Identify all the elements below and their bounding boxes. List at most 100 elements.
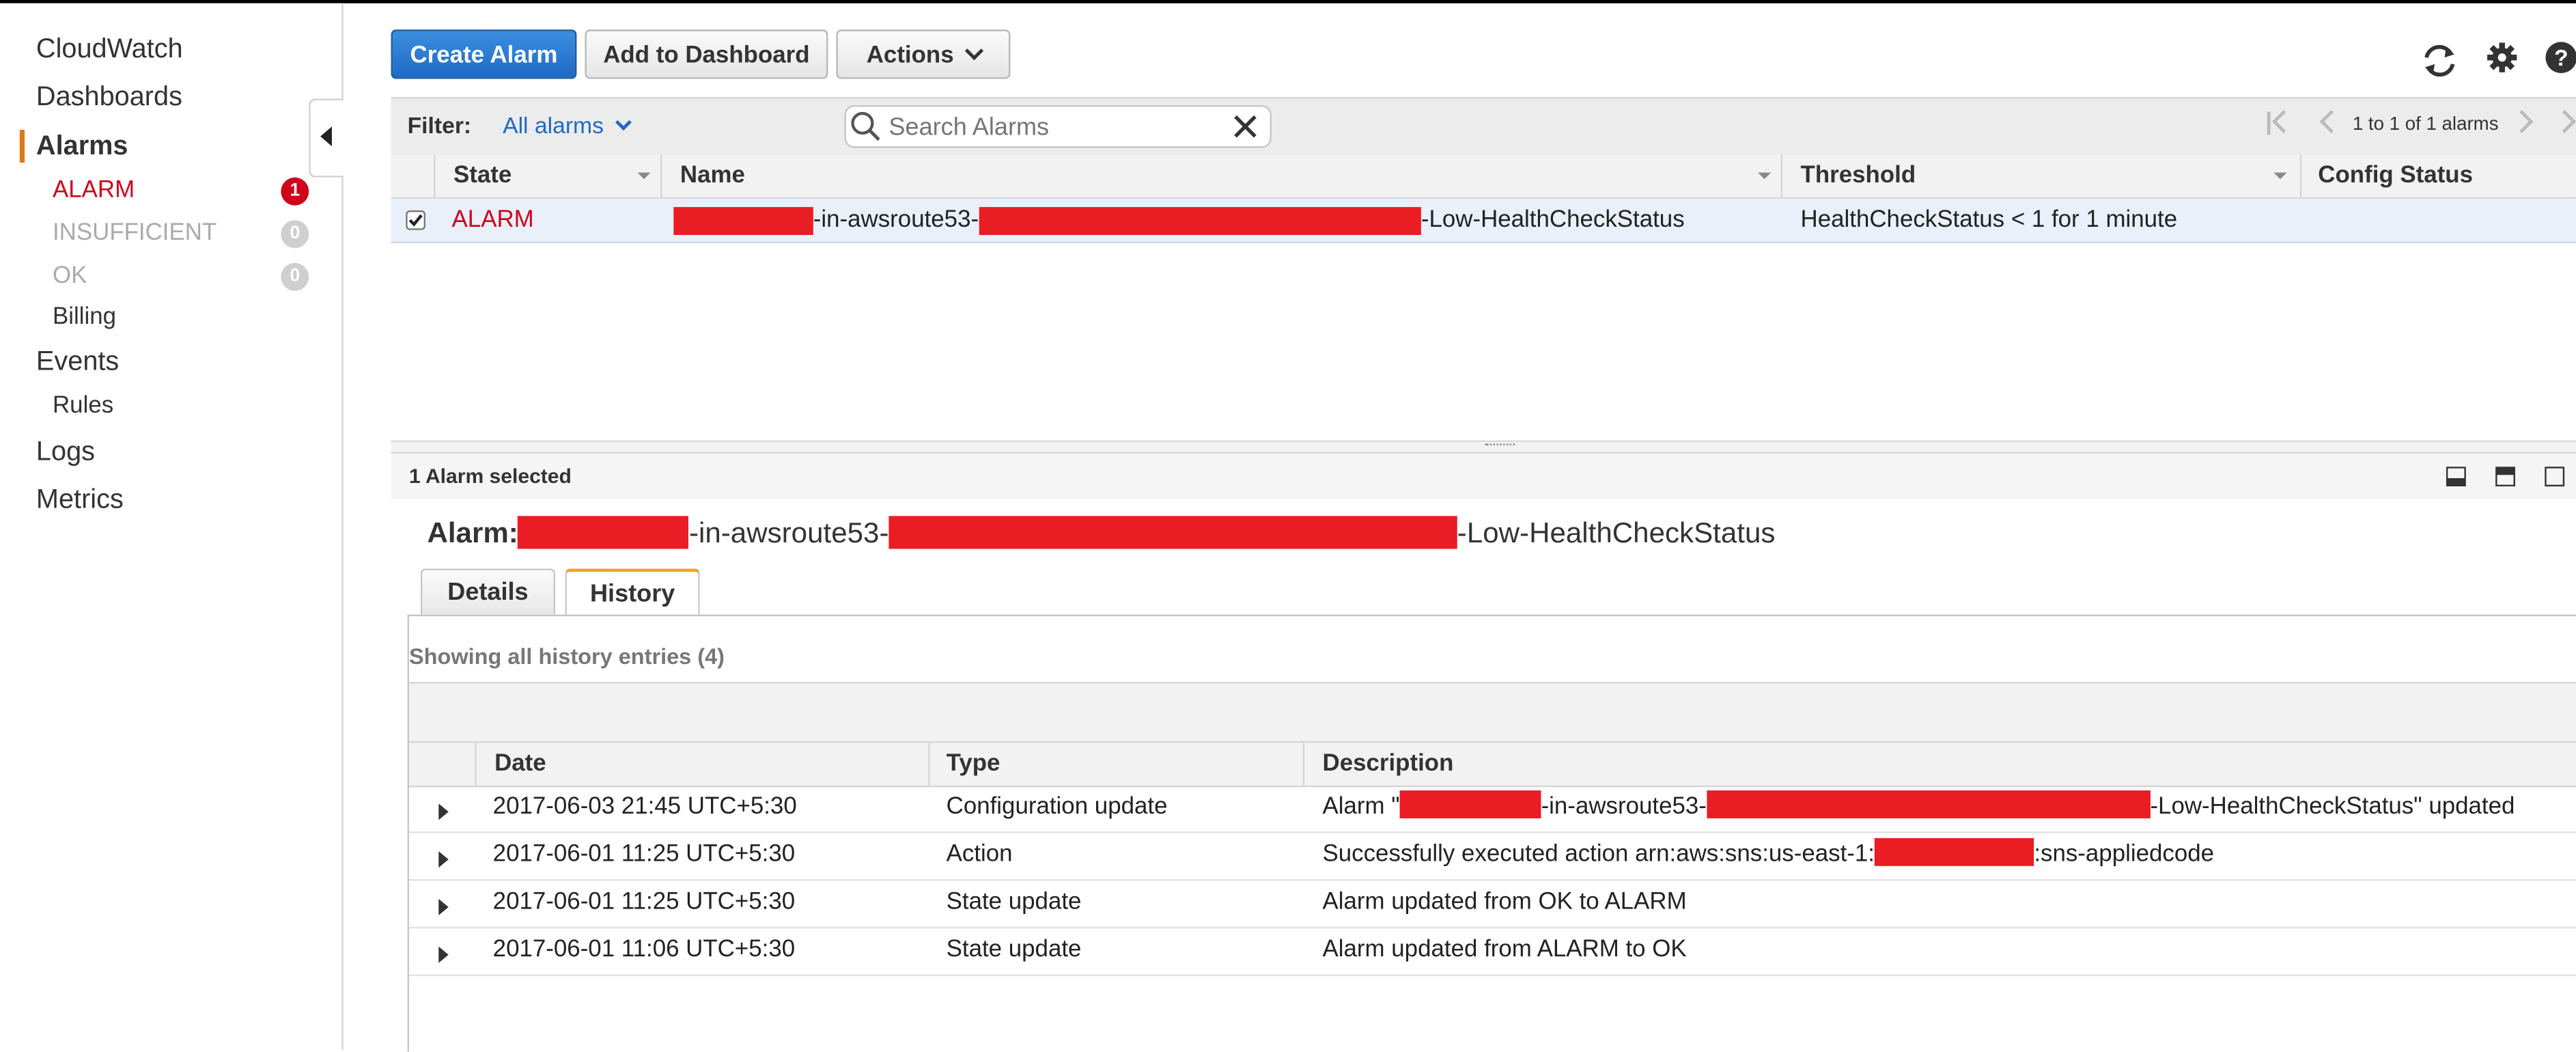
maximize-icon[interactable]	[2545, 467, 2565, 487]
refresh-icon[interactable]	[2420, 41, 2459, 81]
search-input[interactable]	[885, 110, 1229, 143]
column-header-date[interactable]: Date	[494, 743, 546, 786]
selection-bar: 1 Alarm selected	[391, 453, 2576, 500]
filter-label: Filter:	[407, 111, 472, 139]
collapse-sidebar-icon[interactable]	[309, 98, 344, 178]
redaction-block	[1399, 790, 1541, 818]
redaction-block	[673, 207, 813, 236]
first-page-icon[interactable]	[2271, 110, 2295, 134]
chevron-down-icon	[616, 114, 632, 131]
column-header-state[interactable]: State	[453, 154, 512, 197]
add-to-dashboard-button[interactable]: Add to Dashboard	[585, 29, 828, 79]
history-type: State update	[946, 889, 1082, 915]
app-frame: CloudWatch Dashboards Alarms ALARM 1 INS…	[0, 0, 2576, 1052]
create-alarm-button[interactable]: Create Alarm	[391, 29, 577, 79]
table-row[interactable]: ALARM -in-awsroute53- -Low-HealthCheckSt…	[391, 199, 2576, 244]
history-row[interactable]: 2017-06-01 11:25 UTC+5:30 State update A…	[408, 881, 2576, 929]
history-description: Successfully executed action arn:aws:sns…	[1322, 833, 2215, 876]
history-description-part: -in-awsroute53-	[1541, 793, 1707, 820]
history-date: 2017-06-01 11:25 UTC+5:30	[492, 841, 796, 868]
expand-row-icon[interactable]	[438, 898, 449, 915]
column-divider	[928, 743, 930, 786]
actions-dropdown-button[interactable]: Actions	[836, 29, 1011, 79]
help-icon[interactable]: ?	[2545, 41, 2576, 74]
insufficient-count-badge: 0	[281, 220, 309, 249]
filter-value: All alarms	[503, 111, 604, 139]
expand-row-icon[interactable]	[438, 803, 449, 820]
history-description-part: :sns-appliedcode	[2034, 841, 2215, 868]
sort-caret-icon[interactable]	[1757, 172, 1772, 180]
history-type: Action	[946, 841, 1013, 868]
sidebar-item-cloudwatch[interactable]: CloudWatch	[36, 35, 183, 66]
sort-caret-icon[interactable]	[2273, 172, 2287, 180]
selection-summary: 1 Alarm selected	[408, 465, 572, 488]
history-summary: Showing all history entries (4)	[408, 643, 725, 669]
column-divider	[434, 154, 436, 197]
history-date: 2017-06-03 21:45 UTC+5:30	[492, 793, 797, 820]
sidebar-item-metrics[interactable]: Metrics	[36, 485, 124, 516]
history-description: Alarm " -in-awsroute53- -Low-HealthCheckSt…	[1323, 786, 2515, 829]
actions-label: Actions	[866, 42, 954, 70]
column-divider	[1780, 154, 1783, 197]
sidebar-item-alarms[interactable]: Alarms	[36, 131, 128, 163]
settings-gear-icon[interactable]	[2486, 41, 2519, 74]
dock-bottom-icon[interactable]	[2446, 467, 2466, 487]
search-icon	[851, 111, 880, 141]
column-header-type[interactable]: Type	[947, 743, 1000, 786]
column-header-threshold[interactable]: Threshold	[1801, 154, 1916, 197]
sort-caret-icon[interactable]	[637, 172, 651, 180]
sidebar-item-ok[interactable]: OK	[53, 263, 87, 289]
redaction-block	[1706, 790, 2151, 818]
alarm-threshold: HealthCheckStatus < 1 for 1 minute	[1800, 207, 2178, 234]
sidebar: CloudWatch Dashboards Alarms ALARM 1 INS…	[0, 3, 344, 1051]
alarm-title-label: Alarm:	[427, 516, 518, 549]
alarm-title-part2: -Low-HealthCheckStatus	[1457, 516, 1776, 549]
column-divider	[475, 743, 477, 786]
column-header-name[interactable]: Name	[680, 154, 745, 197]
sidebar-item-billing[interactable]: Billing	[53, 304, 116, 330]
history-date: 2017-06-01 11:06 UTC+5:30	[492, 937, 796, 963]
search-field[interactable]	[844, 105, 1272, 148]
history-date: 2017-06-01 11:25 UTC+5:30	[492, 889, 796, 915]
history-type: State update	[946, 937, 1082, 963]
sidebar-item-rules[interactable]: Rules	[53, 393, 113, 419]
tab-history[interactable]: History	[565, 568, 700, 617]
filter-bar: Filter: All alarms 1 to 1 of 1 alarms	[391, 96, 2576, 156]
alarm-title-part1: -in-awsroute53-	[688, 516, 889, 549]
alarm-table-header: State Name Threshold Config Status	[391, 154, 2576, 199]
history-row[interactable]: 2017-06-01 11:06 UTC+5:30 State update A…	[408, 928, 2576, 976]
prev-page-icon[interactable]	[2319, 110, 2343, 134]
column-header-config-status[interactable]: Config Status	[2318, 154, 2473, 197]
drag-handle-icon[interactable]	[1485, 443, 1515, 449]
alarm-name-part1[interactable]: -in-awsroute53-	[813, 199, 979, 242]
history-description-part: Successfully executed action arn:aws:sns…	[1322, 841, 1875, 868]
ok-count-badge: 0	[281, 262, 309, 291]
redaction-block	[1874, 838, 2034, 866]
expand-row-icon[interactable]	[438, 946, 449, 963]
tab-details[interactable]: Details	[420, 568, 556, 615]
history-row[interactable]: 2017-06-03 21:45 UTC+5:30 Configuration …	[408, 786, 2576, 833]
active-nav-indicator	[19, 130, 25, 163]
column-divider	[2299, 154, 2302, 197]
history-description-part: -Low-HealthCheckStatus" updated	[2150, 793, 2515, 820]
sidebar-item-dashboards[interactable]: Dashboards	[36, 82, 182, 113]
alarm-name-part2[interactable]: -Low-HealthCheckStatus	[1421, 199, 1685, 242]
expand-row-icon[interactable]	[438, 851, 449, 868]
history-row[interactable]: 2017-06-01 11:25 UTC+5:30 Action Success…	[408, 833, 2576, 881]
dock-half-icon[interactable]	[2495, 467, 2515, 487]
last-page-icon[interactable]	[2553, 110, 2576, 134]
filter-dropdown[interactable]: All alarms	[503, 111, 632, 139]
sidebar-item-events[interactable]: Events	[36, 347, 119, 378]
next-page-icon[interactable]	[2510, 110, 2534, 134]
clear-search-icon[interactable]	[1234, 115, 1257, 138]
redaction-block	[888, 516, 1457, 549]
sidebar-item-insufficient[interactable]: INSUFFICIENT	[53, 220, 216, 246]
pagination-text: 1 to 1 of 1 alarms	[2352, 115, 2499, 135]
checkbox-icon[interactable]	[406, 210, 426, 230]
history-table-header: Date Type Description	[408, 740, 2576, 788]
sidebar-item-alarm-state[interactable]: ALARM	[53, 178, 135, 204]
history-description: Alarm updated from ALARM to OK	[1322, 937, 1687, 963]
column-header-description[interactable]: Description	[1323, 743, 1454, 786]
panel-splitter[interactable]	[391, 440, 2576, 454]
sidebar-item-logs[interactable]: Logs	[36, 437, 95, 469]
